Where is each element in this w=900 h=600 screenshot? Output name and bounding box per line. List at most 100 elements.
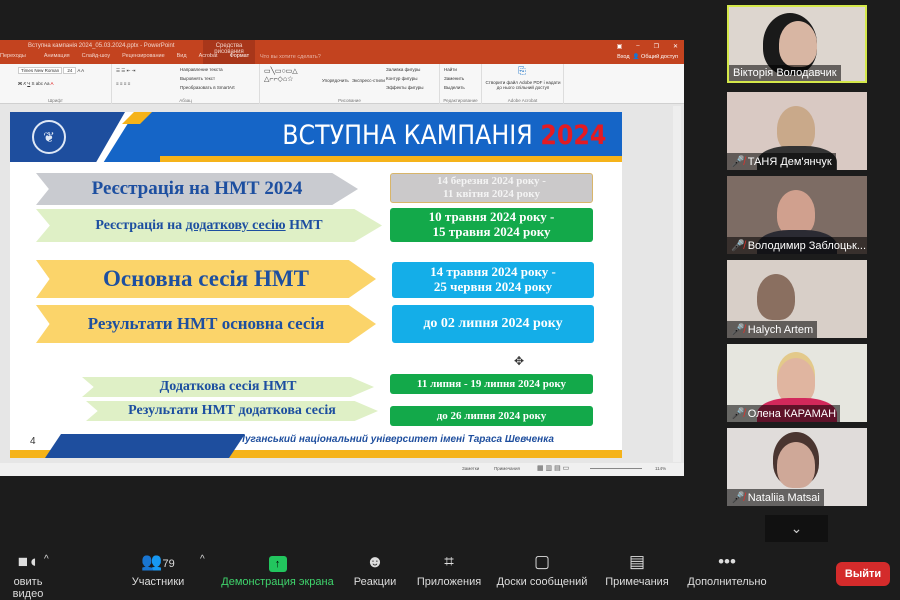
stage-main-session: Основна сесія НМТ: [36, 260, 376, 298]
date-registration[interactable]: 14 березня 2024 року -11 квітня 2024 рок…: [390, 173, 593, 203]
view-buttons[interactable]: ▦ ▥ ▤ ▭: [537, 464, 569, 472]
slide-title: ВСТУПНА КАМПАНІЯ 2024: [282, 120, 606, 151]
date-extra-registration[interactable]: 10 травня 2024 року -15 травня 2024 року: [390, 208, 593, 242]
minimize-icon[interactable]: –: [636, 43, 639, 50]
participant-tile[interactable]: 🎤̸ ТАНЯ Дем'янчук: [727, 92, 867, 170]
tab-view[interactable]: Вид: [177, 53, 187, 59]
font-name-select[interactable]: Times New Roman: [18, 67, 63, 74]
tab-slideshow[interactable]: Слайд-шоу: [82, 53, 111, 59]
acrobat-group-label: Adobe Acrobat: [507, 98, 538, 103]
ribbon-options-icon[interactable]: ▣: [617, 43, 623, 50]
muted-mic-icon: 🎤̸: [731, 156, 745, 168]
participant-tile[interactable]: 🎤̸ Halych Artem: [727, 260, 867, 338]
participant-tile[interactable]: 🎤̸ Олена КАРАМАН: [727, 344, 867, 422]
footer-blue-band: [45, 434, 245, 458]
drawing-group-label: Рисование: [338, 98, 361, 103]
participant-tile[interactable]: 🎤̸ Володимир Заблоцьк...: [727, 176, 867, 254]
leave-button[interactable]: Выйти: [836, 562, 890, 586]
replace-button[interactable]: Заменить: [444, 76, 464, 81]
window-title: Вступна кампанія 2024_05.03.2024.pptx - …: [28, 43, 175, 49]
participants-label: Участники: [131, 576, 185, 588]
scroll-down-button[interactable]: ⌄: [765, 515, 828, 542]
stage-label: Реєстрація на: [95, 217, 183, 233]
shapes-gallery[interactable]: ▭╲▭○▭△ △⌐⌐◇⌂☆: [264, 67, 298, 83]
muted-mic-icon: 🎤̸: [731, 240, 745, 252]
participants-button[interactable]: 👥79 Участники: [128, 548, 188, 588]
find-button[interactable]: Найти: [444, 67, 457, 72]
participant-tile-active[interactable]: Вікторія Володавчик: [727, 5, 867, 83]
zoom-slider[interactable]: [590, 464, 642, 469]
more-button[interactable]: ••• Дополнительно: [684, 548, 770, 588]
arrange-button[interactable]: Упорядочить: [322, 78, 349, 83]
font-group-label: Шрифт: [48, 98, 63, 103]
select-button[interactable]: Выделить: [444, 85, 465, 90]
tab-animation[interactable]: Анимация: [44, 53, 70, 59]
notes-label: Примечания: [605, 576, 669, 588]
maximize-icon[interactable]: ❐: [654, 43, 659, 50]
muted-mic-icon: 🎤̸: [731, 492, 745, 504]
stage-label: Результати НМТ додаткова сесія: [128, 403, 336, 418]
video-options-caret[interactable]: ^: [44, 554, 49, 565]
font-size-select[interactable]: 24: [63, 67, 77, 74]
quick-styles-button[interactable]: Экспресс-стили: [352, 78, 385, 83]
format-buttons[interactable]: Ж К Ч S abc Aa A: [18, 81, 54, 86]
tab-acrobat[interactable]: Acrobat: [199, 53, 218, 59]
window-controls: ▣ – ❐ ✕: [617, 43, 678, 50]
context-group: Средства рисования: [203, 40, 255, 64]
share-screen-label: Демонстрация экрана: [221, 576, 334, 588]
participant-name-text: Володимир Заблоцьк...: [747, 240, 867, 252]
header-yellow-bar: [160, 156, 622, 162]
editing-group-label: Редактирование: [443, 98, 478, 103]
video-button[interactable]: ■◖ овить видео: [0, 548, 58, 600]
close-icon[interactable]: ✕: [673, 43, 678, 50]
share-label: Общий доступ: [641, 54, 678, 60]
participants-options-caret[interactable]: ^: [200, 554, 205, 565]
tell-me-search[interactable]: Что вы хотите сделать?: [260, 54, 321, 60]
tab-format[interactable]: Формат: [230, 53, 250, 59]
slide-title-text: ВСТУПНА КАМПАНІЯ: [281, 120, 533, 151]
align-buttons[interactable]: ≡ ≡ ≡ ≡: [116, 81, 130, 86]
text-direction-button[interactable]: Направление текста: [180, 67, 223, 72]
apps-button[interactable]: ⌗ Приложения: [414, 548, 484, 588]
participants-icon: 👥: [141, 552, 163, 571]
participant-name: 🎤̸ ТАНЯ Дем'янчук: [727, 153, 836, 170]
more-icon: •••: [718, 552, 736, 571]
stage-label: НМТ: [289, 217, 323, 233]
whiteboards-button[interactable]: ▢ Доски сообщений: [492, 548, 592, 588]
participant-name-text: Halych Artem: [747, 324, 814, 336]
tab-review[interactable]: Рецензирование: [122, 53, 164, 59]
date-line: 14 березня 2024 року -: [437, 175, 546, 188]
stage-label-underlined: додаткову сесію: [185, 217, 286, 233]
participant-tile[interactable]: 🎤̸ Nataliia Matsai: [727, 428, 867, 506]
create-pdf-button[interactable]: Створити файл Adobe PDF і надати до ньог…: [484, 80, 562, 90]
share-screen-button[interactable]: ↑ Демонстрация экрана: [220, 548, 335, 588]
align-text-button[interactable]: Выровнять текст: [180, 76, 215, 81]
university-logo: ❦: [32, 120, 66, 154]
shape-outline-button[interactable]: Контур фигуры: [386, 76, 417, 81]
tab-transitions[interactable]: Переходы: [0, 53, 26, 59]
drawing-group: ▭╲▭○▭△ △⌐⌐◇⌂☆ Упорядочить Экспресс-стили …: [260, 64, 440, 104]
notes-button[interactable]: Заметки: [462, 466, 479, 471]
stage-label: Додаткова сесія НМТ: [159, 379, 297, 394]
vertical-scrollbar[interactable]: [673, 106, 681, 462]
shape-fill-button[interactable]: Заливка фигуры: [386, 67, 420, 72]
whiteboard-icon: ▢: [533, 552, 551, 571]
date-line: 15 травня 2024 року: [432, 224, 551, 239]
share-button[interactable]: 👤 Общий доступ: [633, 54, 678, 60]
participants-count: 79: [162, 558, 175, 570]
slide: ❦ ВСТУПНА КАМПАНІЯ 2024 Реєстрація на НМ…: [10, 112, 622, 458]
list-buttons[interactable]: ☰ ☰ ⇤ ⇥: [116, 68, 135, 74]
apps-icon: ⌗: [444, 552, 454, 571]
participant-name: 🎤̸ Nataliia Matsai: [727, 489, 824, 506]
zoom-level[interactable]: 114%: [655, 466, 666, 471]
notes-button[interactable]: ▤ Примечания: [600, 548, 674, 588]
account-area: Вход 👤 Общий доступ: [617, 54, 678, 60]
comments-button[interactable]: Примечания: [494, 466, 520, 471]
participant-video: [779, 21, 817, 67]
shape-effects-button[interactable]: Эффекты фигуры: [386, 85, 424, 90]
notes-icon: ▤: [628, 552, 646, 571]
reactions-button[interactable]: ☻ Реакции: [350, 548, 400, 588]
smartart-button[interactable]: Преобразовать в SmartArt: [180, 85, 235, 90]
signin-link[interactable]: Вход: [617, 54, 629, 60]
ribbon-tabs: Переходы Анимация Слайд-шоу Рецензирован…: [0, 53, 249, 59]
